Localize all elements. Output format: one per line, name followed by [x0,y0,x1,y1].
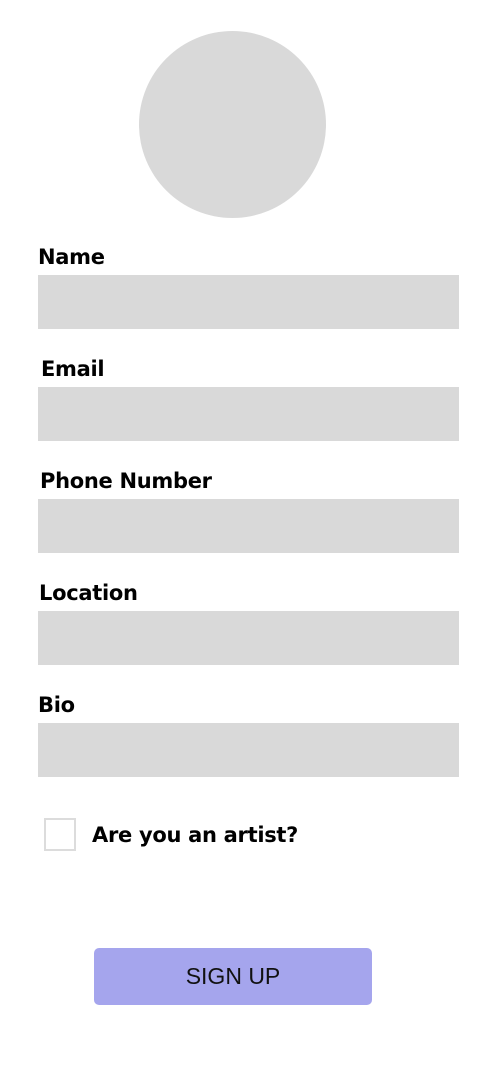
phone-input[interactable] [38,499,459,553]
avatar-placeholder[interactable] [139,31,326,218]
location-label: Location [39,581,138,605]
name-input[interactable] [38,275,459,329]
bio-input[interactable] [38,723,459,777]
email-input[interactable] [38,387,459,441]
location-input[interactable] [38,611,459,665]
artist-checkbox[interactable] [44,818,76,851]
sign-up-button[interactable]: SIGN UP [94,948,372,1005]
name-label: Name [38,245,105,269]
email-label: Email [41,357,105,381]
phone-label: Phone Number [40,469,212,493]
artist-checkbox-label[interactable]: Are you an artist? [92,821,298,849]
bio-label: Bio [38,693,75,717]
